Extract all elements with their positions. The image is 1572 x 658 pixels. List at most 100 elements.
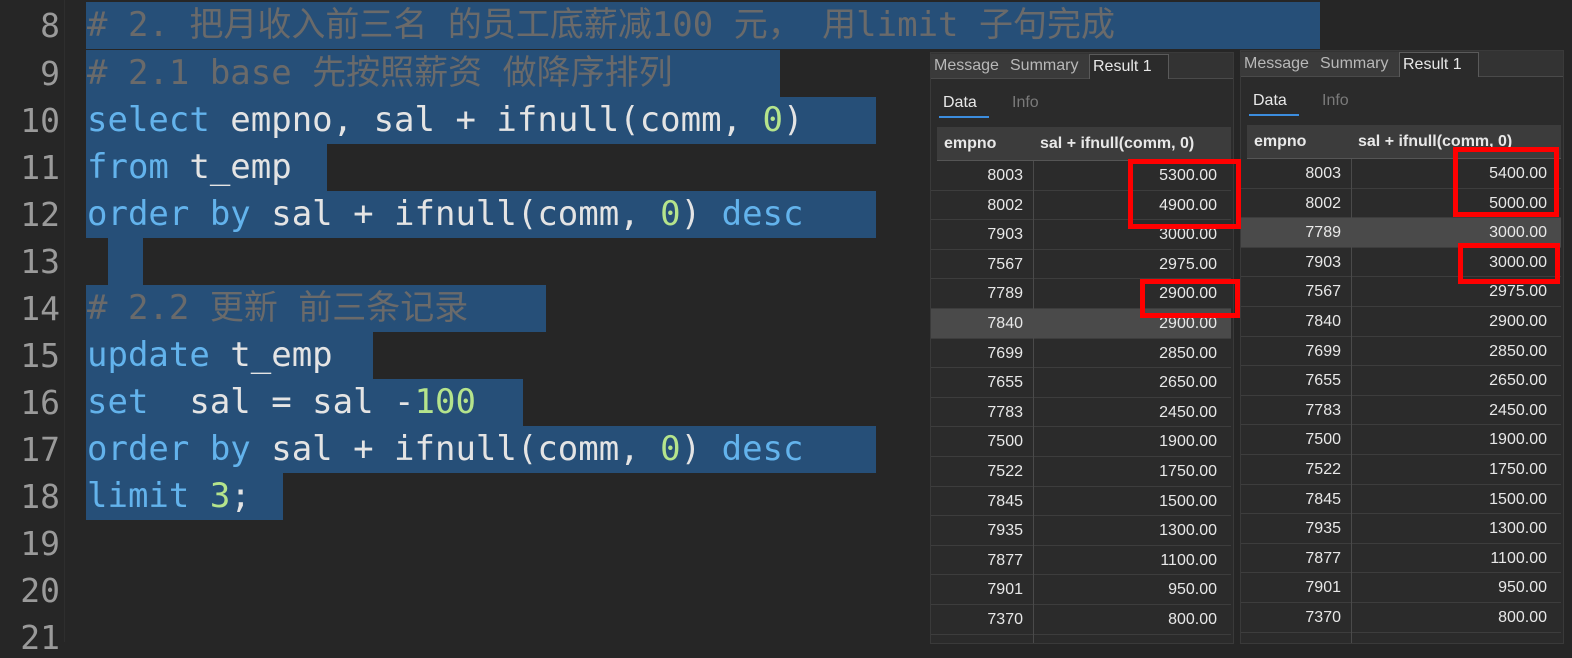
cell-empno[interactable]: 7903 — [1241, 248, 1349, 277]
cell-salary[interactable]: 2450.00 — [1351, 396, 1555, 425]
cell-empno[interactable]: 7877 — [931, 546, 1031, 575]
cell-salary[interactable]: 800.00 — [1351, 603, 1555, 632]
cell-salary[interactable]: 2975.00 — [1033, 250, 1225, 279]
cell-empno[interactable]: 7877 — [1241, 544, 1349, 573]
code-line[interactable]: # 2. 把月收入前三名 的员工底薪减100 元， 用limit 子句完成 — [87, 2, 1115, 49]
table-row[interactable]: 7370 800.00 — [931, 605, 1231, 635]
tab-result-1[interactable]: Result 1 — [1399, 52, 1479, 77]
table-row[interactable]: 7500 1900.00 — [1241, 425, 1561, 455]
column-header-empno[interactable]: empno — [1247, 125, 1351, 158]
code-line[interactable]: update t_emp — [87, 332, 333, 379]
cell-empno[interactable]: 7789 — [931, 279, 1031, 308]
cell-empno[interactable]: 7567 — [931, 250, 1031, 279]
cell-empno[interactable]: 7783 — [1241, 396, 1349, 425]
cell-empno[interactable]: 7370 — [1241, 603, 1349, 632]
cell-empno[interactable]: 7783 — [931, 398, 1031, 427]
code-line[interactable]: # 2.2 更新 前三条记录 — [87, 285, 468, 332]
cell-salary[interactable]: 1300.00 — [1351, 514, 1555, 543]
cell-salary[interactable]: 1900.00 — [1351, 425, 1555, 454]
cell-empno[interactable]: 7840 — [931, 309, 1031, 338]
cell-salary[interactable]: 2850.00 — [1033, 339, 1225, 368]
table-row[interactable]: 7500 1900.00 — [931, 427, 1231, 457]
table-row[interactable]: 7567 2975.00 — [931, 250, 1231, 280]
cell-empno[interactable]: 8003 — [931, 161, 1031, 190]
cell-empno[interactable]: 7901 — [931, 575, 1031, 604]
cell-empno[interactable]: 7935 — [931, 516, 1031, 545]
cell-salary[interactable]: 1300.00 — [1033, 516, 1225, 545]
cell-salary[interactable]: 1750.00 — [1033, 457, 1225, 486]
table-row[interactable]: 7370 800.00 — [1241, 603, 1561, 633]
cell-salary[interactable]: 1750.00 — [1351, 455, 1555, 484]
tab-summary[interactable]: Summary — [1317, 52, 1404, 76]
cell-salary[interactable]: 1100.00 — [1351, 544, 1555, 573]
code-line[interactable]: from t_emp — [87, 144, 292, 191]
tab-result-1[interactable]: Result 1 — [1089, 54, 1169, 79]
tab-message[interactable]: Message — [1241, 52, 1321, 76]
cell-empno[interactable]: 7901 — [1241, 573, 1349, 602]
table-row[interactable]: 7522 1750.00 — [1241, 455, 1561, 485]
table-row[interactable]: 7783 2450.00 — [1241, 396, 1561, 426]
cell-empno[interactable]: 7522 — [1241, 455, 1349, 484]
table-row[interactable]: 7699 2850.00 — [1241, 337, 1561, 367]
table-row[interactable]: 7699 2850.00 — [931, 339, 1231, 369]
column-header-salary[interactable]: sal + ifnull(comm, 0) — [1033, 127, 1231, 160]
cell-empno[interactable]: 7903 — [931, 220, 1031, 249]
cell-empno[interactable]: 7655 — [1241, 366, 1349, 395]
cell-empno[interactable]: 7845 — [1241, 485, 1349, 514]
code-line[interactable]: select empno, sal + ifnull(comm, 0) — [87, 97, 803, 144]
code-line[interactable]: order by sal + ifnull(comm, 0) desc — [87, 426, 804, 473]
cell-salary[interactable]: 800.00 — [1033, 605, 1225, 634]
table-row[interactable]: 7935 1300.00 — [1241, 514, 1561, 544]
cell-salary[interactable]: 1900.00 — [1033, 427, 1225, 456]
table-row[interactable]: 7655 2650.00 — [931, 368, 1231, 398]
code-line[interactable]: order by sal + ifnull(comm, 0) desc — [87, 191, 804, 238]
cell-empno[interactable]: 7370 — [931, 605, 1031, 634]
cell-empno[interactable]: 7699 — [1241, 337, 1349, 366]
subtab-info[interactable]: Info — [1012, 94, 1039, 112]
cell-empno[interactable]: 8003 — [1241, 159, 1349, 188]
table-row[interactable]: 7522 1750.00 — [931, 457, 1231, 487]
code-line[interactable]: limit 3; — [87, 473, 251, 520]
cell-empno[interactable]: 7699 — [931, 339, 1031, 368]
cell-salary[interactable]: 950.00 — [1033, 575, 1225, 604]
table-row[interactable]: 7877 1100.00 — [931, 546, 1231, 576]
cell-salary[interactable]: 2850.00 — [1351, 337, 1555, 366]
cell-salary[interactable]: 2450.00 — [1033, 398, 1225, 427]
cell-empno[interactable]: 7500 — [931, 427, 1031, 456]
tab-summary[interactable]: Summary — [1007, 54, 1094, 78]
subtab-data[interactable]: Data — [1253, 92, 1287, 110]
table-row[interactable]: 7901 950.00 — [1241, 573, 1561, 603]
table-row[interactable]: 7840 2900.00 — [1241, 307, 1561, 337]
subtab-info[interactable]: Info — [1322, 92, 1349, 110]
code-line[interactable]: set sal = sal -100 — [87, 379, 476, 426]
cell-salary[interactable]: 950.00 — [1351, 573, 1555, 602]
cell-salary[interactable]: 1500.00 — [1033, 487, 1225, 516]
cell-empno[interactable]: 8002 — [931, 191, 1031, 220]
table-row[interactable]: 7935 1300.00 — [931, 516, 1231, 546]
cell-empno[interactable]: 7655 — [931, 368, 1031, 397]
table-row[interactable]: 7901 950.00 — [931, 575, 1231, 605]
table-row[interactable]: 7845 1500.00 — [931, 487, 1231, 517]
subtab-data[interactable]: Data — [943, 94, 977, 112]
cell-empno[interactable]: 8002 — [1241, 189, 1349, 218]
table-row[interactable]: 7655 2650.00 — [1241, 366, 1561, 396]
code-editor[interactable]: # 2. 把月收入前三名 的员工底薪减100 元， 用limit 子句完成 # 2… — [64, 0, 1320, 642]
column-header-empno[interactable]: empno — [937, 127, 1033, 160]
table-row[interactable]: 7877 1100.00 — [1241, 544, 1561, 574]
cell-empno[interactable]: 7567 — [1241, 277, 1349, 306]
cell-salary[interactable]: 2650.00 — [1033, 368, 1225, 397]
code-line[interactable]: # 2.1 base 先按照薪资 做降序排列 — [87, 50, 673, 97]
cell-empno[interactable]: 7840 — [1241, 307, 1349, 336]
cell-salary[interactable]: 2900.00 — [1351, 307, 1555, 336]
table-row[interactable]: 7783 2450.00 — [931, 398, 1231, 428]
cell-empno[interactable]: 7935 — [1241, 514, 1349, 543]
cell-salary[interactable]: 2650.00 — [1351, 366, 1555, 395]
cell-empno[interactable]: 7522 — [931, 457, 1031, 486]
table-row[interactable]: 7845 1500.00 — [1241, 485, 1561, 515]
cell-empno[interactable]: 7500 — [1241, 425, 1349, 454]
tab-message[interactable]: Message — [931, 54, 1011, 78]
cell-salary[interactable]: 1500.00 — [1351, 485, 1555, 514]
cell-empno[interactable]: 7789 — [1241, 218, 1349, 247]
cell-empno[interactable]: 7845 — [931, 487, 1031, 516]
cell-salary[interactable]: 1100.00 — [1033, 546, 1225, 575]
